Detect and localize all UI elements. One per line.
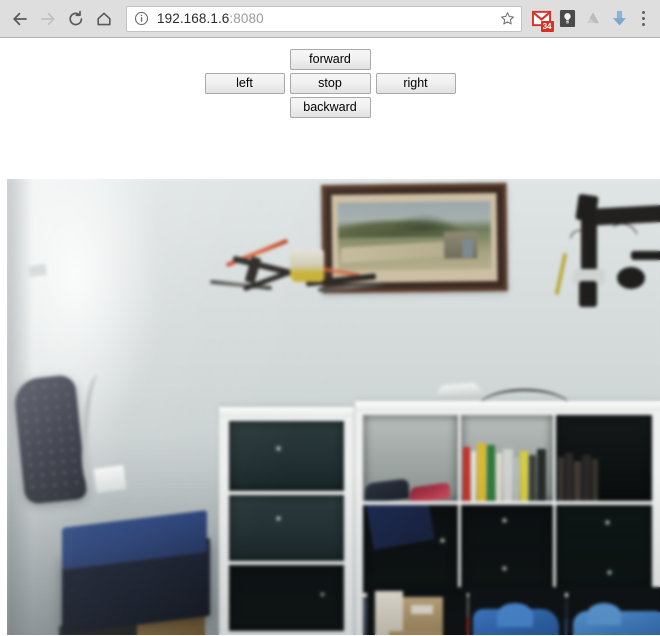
- forward-button[interactable]: [34, 5, 62, 33]
- home-button[interactable]: [90, 5, 118, 33]
- book: [496, 453, 502, 501]
- tool-cable: [594, 218, 646, 274]
- quadcopter-drone: [209, 238, 387, 299]
- book: [514, 457, 519, 501]
- shelf-books: [558, 451, 650, 501]
- robot-control-panel: forward left stop right backward: [0, 38, 660, 118]
- blue-bag-top: [497, 603, 533, 627]
- painting-door: [461, 239, 473, 258]
- reflection-dot: [606, 521, 609, 524]
- shelf-books: [463, 436, 551, 501]
- chrome-menu-icon[interactable]: [632, 5, 654, 33]
- control-row-backward: backward: [0, 97, 660, 118]
- downloads-icon[interactable]: [606, 5, 632, 33]
- stop-button-control[interactable]: stop: [289, 73, 371, 94]
- reload-button[interactable]: [62, 5, 90, 33]
- book: [520, 451, 528, 501]
- shoe-item: [365, 478, 409, 501]
- bookcase-left: [219, 407, 354, 635]
- url-port: :8080: [229, 11, 264, 26]
- shelf-cell: [229, 565, 344, 631]
- google-keep-icon[interactable]: [554, 5, 580, 33]
- book: [574, 461, 581, 501]
- bookcase-left-top: [219, 407, 354, 417]
- book: [477, 443, 486, 501]
- shelf-cell: [461, 415, 553, 501]
- reflection-dot: [277, 447, 280, 450]
- shelf-cell: [556, 505, 652, 593]
- wall-tools: [554, 189, 660, 307]
- reflection-dot: [503, 519, 506, 522]
- drone-battery: [292, 272, 324, 282]
- gmail-icon[interactable]: 34: [528, 5, 554, 33]
- book: [487, 445, 495, 501]
- control-row-middle: left stop right: [0, 73, 660, 94]
- url-text[interactable]: 192.168.1.6:8080: [157, 12, 494, 26]
- book: [592, 459, 598, 501]
- shelf-cell: [229, 495, 344, 561]
- gmail-unread-badge: 34: [540, 21, 554, 32]
- book: [503, 449, 513, 501]
- camera-stream: [7, 179, 660, 635]
- book: [471, 451, 476, 501]
- shelf-cell: [556, 415, 652, 501]
- shelf-contents: [365, 465, 456, 501]
- cardboard-box: [389, 631, 441, 635]
- url-host: 192.168.1.6: [157, 11, 230, 26]
- info-circle-icon[interactable]: [134, 11, 149, 26]
- left-button-control[interactable]: left: [204, 73, 285, 94]
- shelf-cell: [363, 415, 458, 501]
- blue-bag-top: [587, 603, 621, 625]
- tool-fan: [617, 267, 645, 289]
- back-button[interactable]: [6, 5, 34, 33]
- address-bar[interactable]: 192.168.1.6:8080: [126, 5, 522, 32]
- book: [582, 455, 591, 501]
- shoe-item: [410, 482, 450, 501]
- browser-toolbar: 192.168.1.6:8080 34: [0, 0, 660, 38]
- camera-scene: [7, 179, 660, 635]
- white-box: [375, 591, 403, 635]
- google-drive-icon[interactable]: [580, 5, 606, 33]
- shelf-cell: [229, 421, 344, 491]
- box-label: [411, 605, 433, 614]
- bag-tag: [28, 263, 47, 278]
- right-button-control[interactable]: right: [375, 73, 456, 94]
- reflection-dot: [277, 517, 280, 520]
- reflection-dot: [321, 593, 324, 596]
- cardboard-box: [403, 597, 443, 635]
- book: [529, 455, 536, 501]
- reflection-dot: [441, 539, 444, 542]
- reflection-dot: [503, 567, 506, 570]
- backward-button-control[interactable]: backward: [289, 97, 371, 118]
- page-content: forward left stop right backward: [0, 38, 660, 635]
- wall-bracket: [93, 465, 127, 493]
- star-icon[interactable]: [500, 11, 515, 26]
- forward-button-control[interactable]: forward: [289, 49, 371, 70]
- dark-fabric: [365, 505, 435, 551]
- bag-pattern: [19, 380, 81, 499]
- shelf-cell: [363, 505, 458, 593]
- book: [463, 447, 470, 501]
- book: [537, 449, 546, 501]
- control-row-forward: forward: [0, 49, 660, 70]
- painting-hill-back: [383, 206, 464, 231]
- tool-handle: [579, 281, 597, 307]
- reflection-dot: [608, 571, 611, 574]
- bookcase-right-top: [355, 401, 660, 411]
- shelf-cell: [461, 505, 553, 593]
- book: [558, 457, 564, 501]
- book: [565, 453, 573, 501]
- tool-head: [575, 193, 599, 223]
- patterned-bag: [12, 374, 88, 505]
